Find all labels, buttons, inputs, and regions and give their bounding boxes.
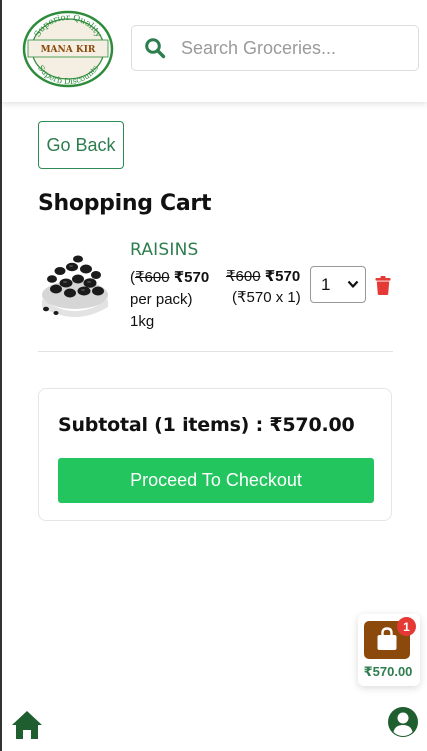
quantity-select[interactable]: 1 xyxy=(310,266,366,303)
unit-price: (₹600 ₹570 per pack) 1kg xyxy=(130,267,209,333)
quantity-value: 1 xyxy=(321,274,331,294)
unit-sale-price: ₹570 xyxy=(173,269,210,286)
line-total-calc: (₹570 x 1) xyxy=(232,289,301,306)
unit-mrp: ₹600 xyxy=(135,269,170,286)
search-icon[interactable] xyxy=(144,37,166,59)
subtotal-text: Subtotal (1 items) : ₹570.00 xyxy=(58,414,355,436)
logo-center-text: MANA KIR xyxy=(41,45,96,55)
line-total: ₹600 ₹570 xyxy=(226,266,300,288)
cart-count-badge: 1 xyxy=(397,617,416,636)
product-image[interactable] xyxy=(38,249,112,323)
page-title: Shopping Cart xyxy=(38,191,212,216)
search-bar[interactable] xyxy=(131,25,419,71)
proceed-to-checkout-button[interactable]: Proceed To Checkout xyxy=(58,458,374,503)
cart-total-amount: ₹570.00 xyxy=(363,664,413,679)
order-summary-card: Subtotal (1 items) : ₹570.00 Proceed To … xyxy=(38,388,392,521)
user-icon[interactable] xyxy=(387,706,419,738)
home-icon[interactable] xyxy=(10,709,44,741)
floating-cart-button[interactable]: 1 ₹570.00 xyxy=(358,614,420,686)
app-header: Superior Quality MANA KIR Superb Discoun… xyxy=(2,0,427,102)
chevron-down-icon xyxy=(347,280,359,288)
go-back-button[interactable]: Go Back xyxy=(38,121,124,169)
product-name-link[interactable]: RAISINS xyxy=(130,240,198,260)
item-divider xyxy=(38,351,393,352)
line-total-price: ₹570 xyxy=(264,268,301,285)
trash-icon[interactable] xyxy=(375,276,391,295)
pack-weight: 1kg xyxy=(130,313,155,330)
unit-label: per pack) xyxy=(130,291,193,308)
brand-logo[interactable]: Superior Quality MANA KIR Superb Discoun… xyxy=(22,10,114,88)
search-input[interactable] xyxy=(179,36,413,60)
left-border xyxy=(0,0,2,751)
shopping-bag-icon xyxy=(377,627,397,650)
line-total-mrp: ₹600 xyxy=(226,268,261,285)
